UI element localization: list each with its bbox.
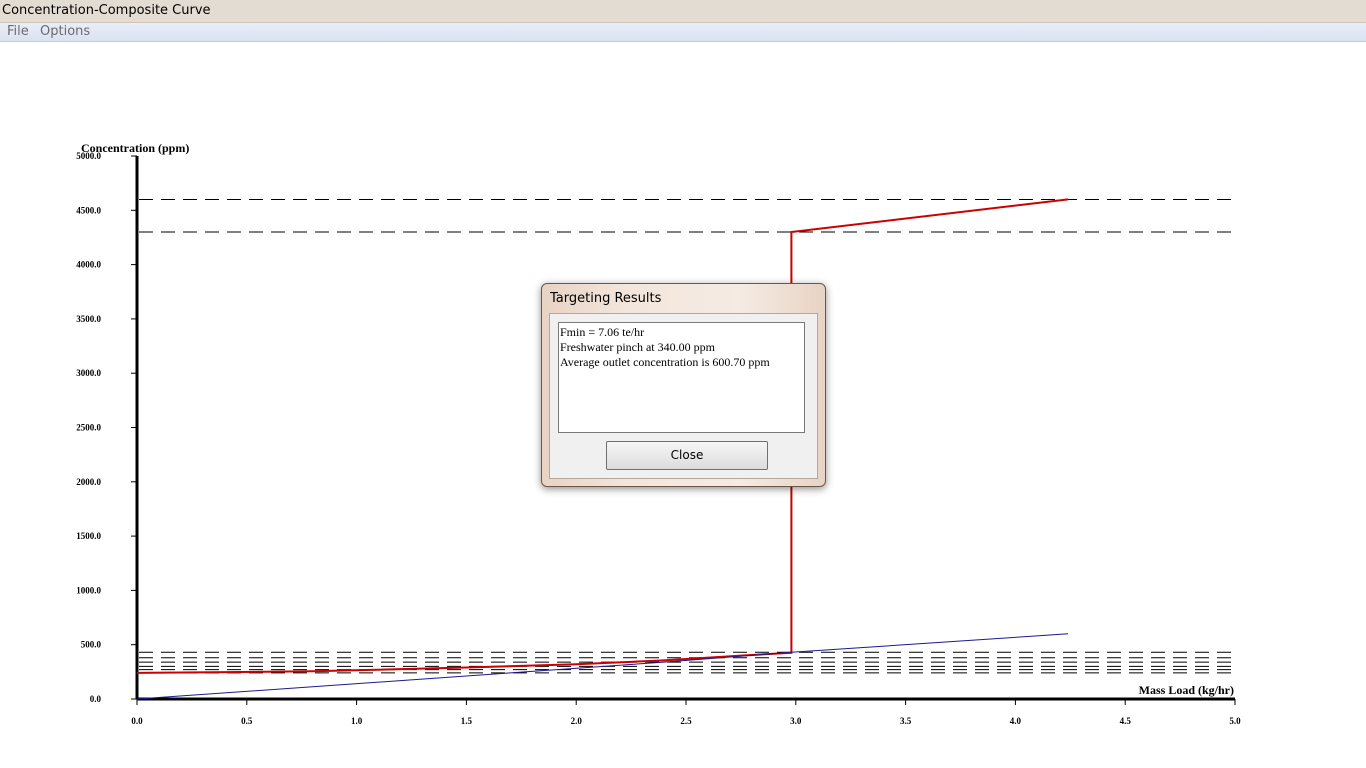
x-tick-label: 4.5 <box>1120 716 1132 726</box>
x-tick-label: 3.5 <box>900 716 912 726</box>
results-textbox[interactable]: Fmin = 7.06 te/hr Freshwater pinch at 34… <box>558 322 805 433</box>
x-tick-label: 3.0 <box>790 716 802 726</box>
x-tick-label: 5.0 <box>1229 716 1241 726</box>
result-line-fmin: Fmin = 7.06 te/hr <box>560 325 645 339</box>
y-tick-label: 0.0 <box>90 694 102 704</box>
menu-options[interactable]: Options <box>40 24 90 39</box>
x-tick-label: 2.0 <box>571 716 583 726</box>
x-tick-label: 2.5 <box>680 716 692 726</box>
result-line-pinch: Freshwater pinch at 340.00 ppm <box>560 340 715 354</box>
dialog-body: Fmin = 7.06 te/hr Freshwater pinch at 34… <box>549 313 818 479</box>
dialog-title: Targeting Results <box>550 291 662 306</box>
x-tick-label: 1.5 <box>461 716 473 726</box>
y-tick-label: 3500.0 <box>76 314 101 324</box>
result-line-outlet: Average outlet concentration is 600.70 p… <box>560 355 770 369</box>
y-tick-label: 2500.0 <box>76 423 101 433</box>
x-tick-label: 0.0 <box>131 716 143 726</box>
menu-file[interactable]: File <box>7 24 29 39</box>
y-tick-label: 1000.0 <box>76 585 101 595</box>
y-tick-label: 500.0 <box>81 640 102 650</box>
y-tick-label: 2000.0 <box>76 477 101 487</box>
window-titlebar: Concentration-Composite Curve <box>0 0 1366 23</box>
y-tick-label: 1500.0 <box>76 531 101 541</box>
menu-bar: File Options <box>0 23 1366 42</box>
y-tick-label: 4500.0 <box>76 205 101 215</box>
y-tick-label: 4000.0 <box>76 260 101 270</box>
y-tick-label: 3000.0 <box>76 368 101 378</box>
targeting-results-dialog: Targeting Results Fmin = 7.06 te/hr Fres… <box>541 283 826 487</box>
y-axis-label: Concentration (ppm) <box>81 141 189 155</box>
x-tick-label: 4.0 <box>1010 716 1022 726</box>
close-button[interactable]: Close <box>606 441 768 470</box>
x-axis-label: Mass Load (kg/hr) <box>1139 683 1234 697</box>
window-title: Concentration-Composite Curve <box>2 3 211 18</box>
x-tick-label: 0.5 <box>241 716 253 726</box>
x-tick-label: 1.0 <box>351 716 363 726</box>
